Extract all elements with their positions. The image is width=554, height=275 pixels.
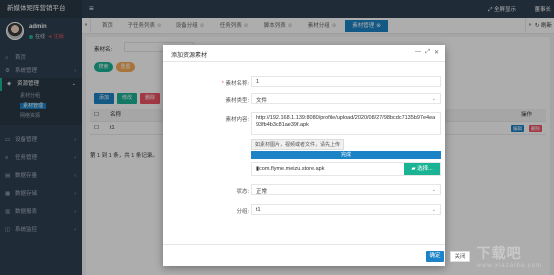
minimize-icon[interactable]: — xyxy=(415,49,421,55)
content-label: 素材内容: xyxy=(225,117,249,123)
upload-hint: 如素材图片，视频或者文件，请先上传 xyxy=(251,139,345,150)
dialog-header: 添加资源素材 — ⤢ ✕ xyxy=(163,45,445,62)
material-content-textarea[interactable]: http://192.168.1.139:8080/profile/upload… xyxy=(251,112,441,135)
maximize-icon[interactable]: ⤢ xyxy=(425,49,430,56)
status-select[interactable]: 正常 ⌄ xyxy=(251,184,441,195)
material-name-value: 1 xyxy=(256,79,260,85)
name-label: * 素材名称: xyxy=(221,81,249,87)
progress-label: 完成 xyxy=(340,152,351,158)
group-value: t1 xyxy=(256,207,261,213)
choose-file-button[interactable]: ▰ 选择... xyxy=(404,163,440,175)
group-label: 分组: xyxy=(236,209,249,215)
group-select[interactable]: t1 ⌄ xyxy=(251,204,441,215)
file-name-text: com.flyme.meizu.store.apk xyxy=(259,166,325,172)
material-content-value: http://192.168.1.139:8080/profile/upload… xyxy=(256,115,436,128)
upload-progress-bar: 完成 xyxy=(251,151,441,159)
add-material-dialog: 添加资源素材 — ⤢ ✕ * 素材名称: 1 素材类型: 文件 ⌄ 素材内容: h… xyxy=(163,45,470,266)
watermark-text: 下载吧 xyxy=(476,245,522,261)
watermark-logo: 下载吧 www.xiazaiba.com xyxy=(477,243,542,269)
choose-file-label: 选择... xyxy=(417,166,433,172)
confirm-button[interactable]: 确定 xyxy=(426,251,444,262)
confirm-label: 确定 xyxy=(429,253,441,259)
chevron-down-icon: ⌄ xyxy=(431,207,436,213)
file-input[interactable]: ▮com.flyme.meizu.store.apk ▰ 选择... xyxy=(251,162,441,176)
chevron-down-icon: ⌄ xyxy=(431,96,436,102)
close-label: 关闭 xyxy=(454,254,466,260)
close-icon[interactable]: ✕ xyxy=(434,49,439,56)
material-name-field[interactable]: 1 xyxy=(251,76,441,87)
material-type-select[interactable]: 文件 ⌄ xyxy=(251,93,441,104)
close-button[interactable]: 关闭 xyxy=(450,251,470,262)
chevron-down-icon: ⌄ xyxy=(431,187,436,193)
dialog-title: 添加资源素材 xyxy=(171,53,208,59)
name-label-text: 素材名称: xyxy=(225,81,249,87)
status-label: 状态: xyxy=(236,189,249,195)
type-label: 素材类型: xyxy=(225,98,249,104)
material-type-value: 文件 xyxy=(256,98,268,104)
watermark-url: www.xiazaiba.com xyxy=(476,263,542,269)
dialog-footer: 确定 关闭 xyxy=(163,244,470,266)
status-value: 正常 xyxy=(256,189,268,195)
file-name: ▮com.flyme.meizu.store.apk xyxy=(256,166,324,172)
